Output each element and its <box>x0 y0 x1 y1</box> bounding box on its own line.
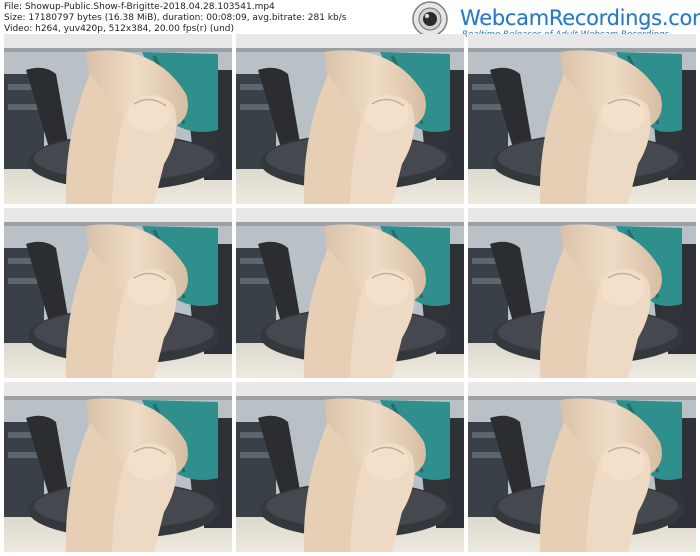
video-thumbnail <box>236 382 464 552</box>
thumbnail-frame <box>236 382 464 552</box>
thumbnail-frame <box>468 34 696 204</box>
video-thumbnail <box>468 34 696 204</box>
thumbnail-frame <box>4 34 232 204</box>
thumbnail-frame <box>236 34 464 204</box>
thumbnail-grid <box>0 0 700 556</box>
thumbnail-frame <box>4 382 232 552</box>
video-thumbnail <box>236 208 464 378</box>
thumbnail-frame <box>236 208 464 378</box>
video-thumbnail <box>468 382 696 552</box>
video-thumbnail <box>4 208 232 378</box>
thumbnail-frame <box>468 382 696 552</box>
thumbnail-frame <box>4 208 232 378</box>
thumbnail-frame <box>468 208 696 378</box>
video-thumbnail <box>468 208 696 378</box>
video-thumbnail <box>236 34 464 204</box>
video-thumbnail <box>4 382 232 552</box>
video-thumbnail <box>4 34 232 204</box>
